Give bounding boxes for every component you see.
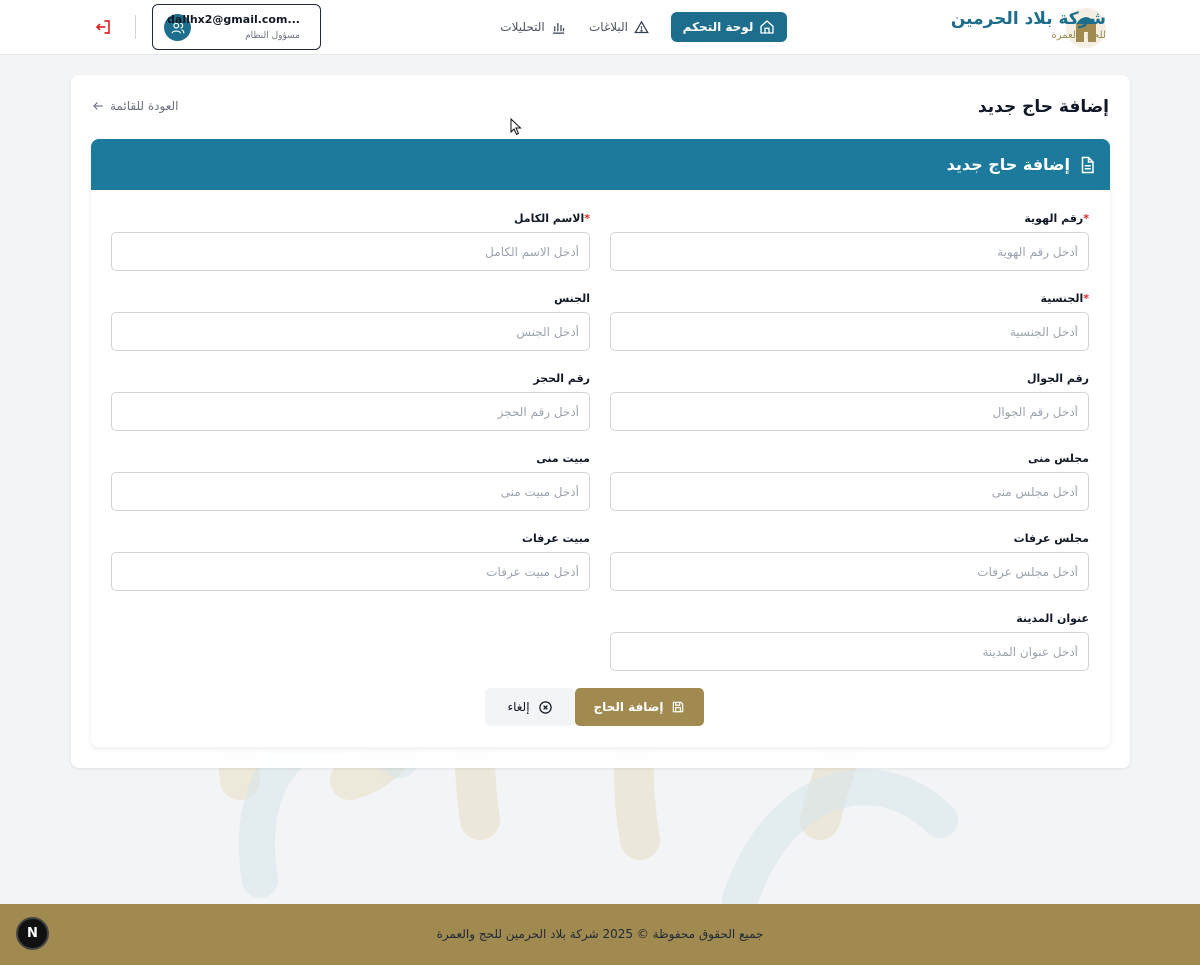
brand: شركة بلاد الحرمين للحج والعمرة [951,8,1106,42]
mobile-label: رقم الجوال [1026,372,1089,385]
x-circle-icon [538,700,552,714]
id-number-label-text: رقم الهوية [1024,212,1084,225]
arafat-council-label: مجلس عرفات [1013,532,1089,545]
add-pilgrim-button[interactable]: إضافة الحاج [575,688,704,726]
field-madinah-address: عنوان المدينة [610,612,1089,671]
mina-council-input[interactable] [610,472,1089,511]
mina-stay-label: مبيت منى [536,452,590,465]
nationality-label-text: الجنسية [1040,292,1084,305]
cancel-button[interactable]: إلغاء [485,688,575,726]
main-card: إضافة حاج جديد العودة للقائمة إضافة حاج … [71,75,1130,768]
warning-triangle-icon [634,20,649,33]
home-icon [760,20,775,34]
full-name-label-text: الاسم الكامل [513,212,585,225]
nav-analytics[interactable]: التحليلات [492,12,574,42]
mouse-cursor-icon [510,118,522,136]
logout-icon[interactable] [94,18,112,36]
gender-input[interactable] [111,312,590,351]
back-to-list-link[interactable]: العودة للقائمة [91,99,179,113]
field-arafat-stay: مبيت عرفات [111,532,590,591]
field-nationality: الجنسية* [610,292,1089,351]
brand-name: شركة بلاد الحرمين [950,9,1106,29]
required-mark: * [584,212,590,225]
nav-reports-label: البلاغات [589,20,628,34]
required-mark: * [1083,212,1089,225]
field-mina-stay: مبيت منى [111,452,590,511]
gender-label: الجنس [554,292,590,305]
bar-chart-icon [552,22,564,34]
user-email: dallhx2@gmail.com... [167,13,300,26]
save-icon [673,701,684,713]
madinah-address-input[interactable] [610,632,1089,671]
booking-input[interactable] [111,392,590,431]
add-pilgrim-label: إضافة الحاج [593,700,664,714]
top-header: شركة بلاد الحرمين للحج والعمرة لوحة التح… [0,0,1200,55]
booking-label: رقم الحجز [533,372,590,385]
id-number-input[interactable] [610,232,1089,271]
arafat-council-input[interactable] [610,552,1089,591]
form-header-title: إضافة حاج جديد [946,155,1070,174]
mina-council-label: مجلس منى [1027,452,1089,465]
user-role: مسؤول النظام [245,31,300,41]
nav-reports[interactable]: البلاغات [584,12,654,42]
field-mobile: رقم الجوال [610,372,1089,431]
cancel-label: إلغاء [507,700,530,714]
mina-stay-input[interactable] [111,472,590,511]
field-arafat-council: مجلس عرفات [610,532,1089,591]
arrow-left-icon [93,102,103,110]
back-label: العودة للقائمة [110,99,179,113]
field-gender: الجنس [111,292,590,351]
field-booking-number: رقم الحجز [111,372,590,431]
page-title: إضافة حاج جديد [977,97,1109,117]
footer-copyright: جميع الحقوق محفوظة © 2025 شركة بلاد الحر… [436,927,764,941]
nav-analytics-label: التحليلات [500,20,545,34]
arafat-stay-input[interactable] [111,552,590,591]
add-pilgrim-form: إضافة حاج جديد رقم الهوية* الاسم الكامل*… [91,139,1110,747]
nationality-label: الجنسية* [610,292,1089,308]
full-name-input[interactable] [111,232,590,271]
form-header: إضافة حاج جديد [91,139,1110,190]
full-name-label: الاسم الكامل* [111,212,590,228]
footer: N جميع الحقوق محفوظة © 2025 شركة بلاد ال… [0,904,1200,965]
user-profile-box[interactable]: dallhx2@gmail.com... مسؤول النظام [152,4,321,50]
field-full-name: الاسم الكامل* [111,212,590,271]
header-divider [135,15,136,39]
field-id-number: رقم الهوية* [610,212,1089,271]
required-mark: * [1083,292,1089,305]
document-icon [1081,156,1094,173]
arafat-stay-label: مبيت عرفات [521,532,590,545]
id-number-label: رقم الهوية* [610,212,1089,228]
brand-subtitle: للحج والعمرة [1051,30,1106,41]
nav-dashboard[interactable]: لوحة التحكم [671,12,787,42]
nav-dashboard-label: لوحة التحكم [682,20,754,34]
madinah-address-label: عنوان المدينة [1016,612,1089,625]
field-mina-council: مجلس منى [610,452,1089,511]
nationality-input[interactable] [610,312,1089,351]
mobile-input[interactable] [610,392,1089,431]
